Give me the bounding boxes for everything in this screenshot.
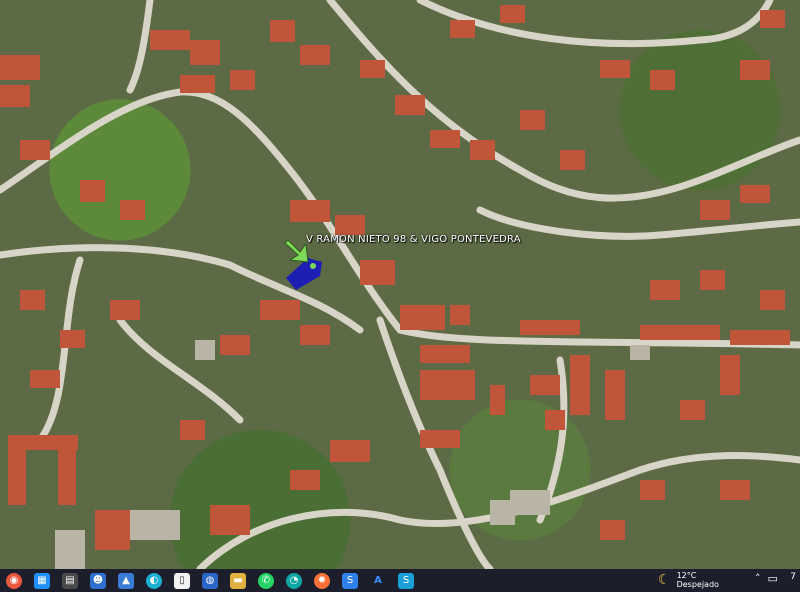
store-icon[interactable]: ▦: [34, 572, 50, 589]
sigil-icon[interactable]: S: [342, 572, 358, 589]
map-imagery: [0, 0, 800, 569]
moon-icon: ☾: [658, 572, 671, 588]
explorer-icon[interactable]: ▬: [230, 572, 246, 589]
parcel-highlight: [286, 258, 322, 290]
edge-icon[interactable]: ▤: [62, 572, 78, 589]
clock[interactable]: 7: [790, 572, 796, 582]
file-icon[interactable]: ▯: [174, 572, 190, 589]
weather-condition: Despejado: [676, 580, 719, 589]
file-explorer-icon[interactable]: ◍: [202, 572, 218, 589]
photos-icon[interactable]: ▲: [118, 572, 134, 589]
weather-widget[interactable]: ☾ 12°C Despejado: [658, 571, 719, 589]
monitor-icon[interactable]: ▭: [768, 572, 778, 585]
people-icon[interactable]: ☻: [90, 572, 106, 589]
chevron-up-icon[interactable]: ˄: [755, 572, 761, 585]
edge-beta-icon[interactable]: ◔: [286, 572, 302, 589]
app-a-icon[interactable]: A: [370, 572, 386, 589]
system-tray: ˄ ▭: [755, 572, 778, 585]
satellite-map-view[interactable]: V RAMON NIETO 98 & VIGO PONTEVEDRA: [0, 0, 800, 569]
firefox-icon[interactable]: ✹: [314, 572, 330, 589]
whatsapp-icon[interactable]: ✆: [258, 572, 274, 589]
start-icon[interactable]: ◉: [6, 572, 22, 589]
browser-icon[interactable]: ◐: [146, 572, 162, 589]
placemark-label[interactable]: V RAMON NIETO 98 & VIGO PONTEVEDRA: [306, 234, 521, 245]
app-s-icon[interactable]: S: [398, 572, 414, 589]
weather-temp: 12°C: [676, 571, 697, 580]
